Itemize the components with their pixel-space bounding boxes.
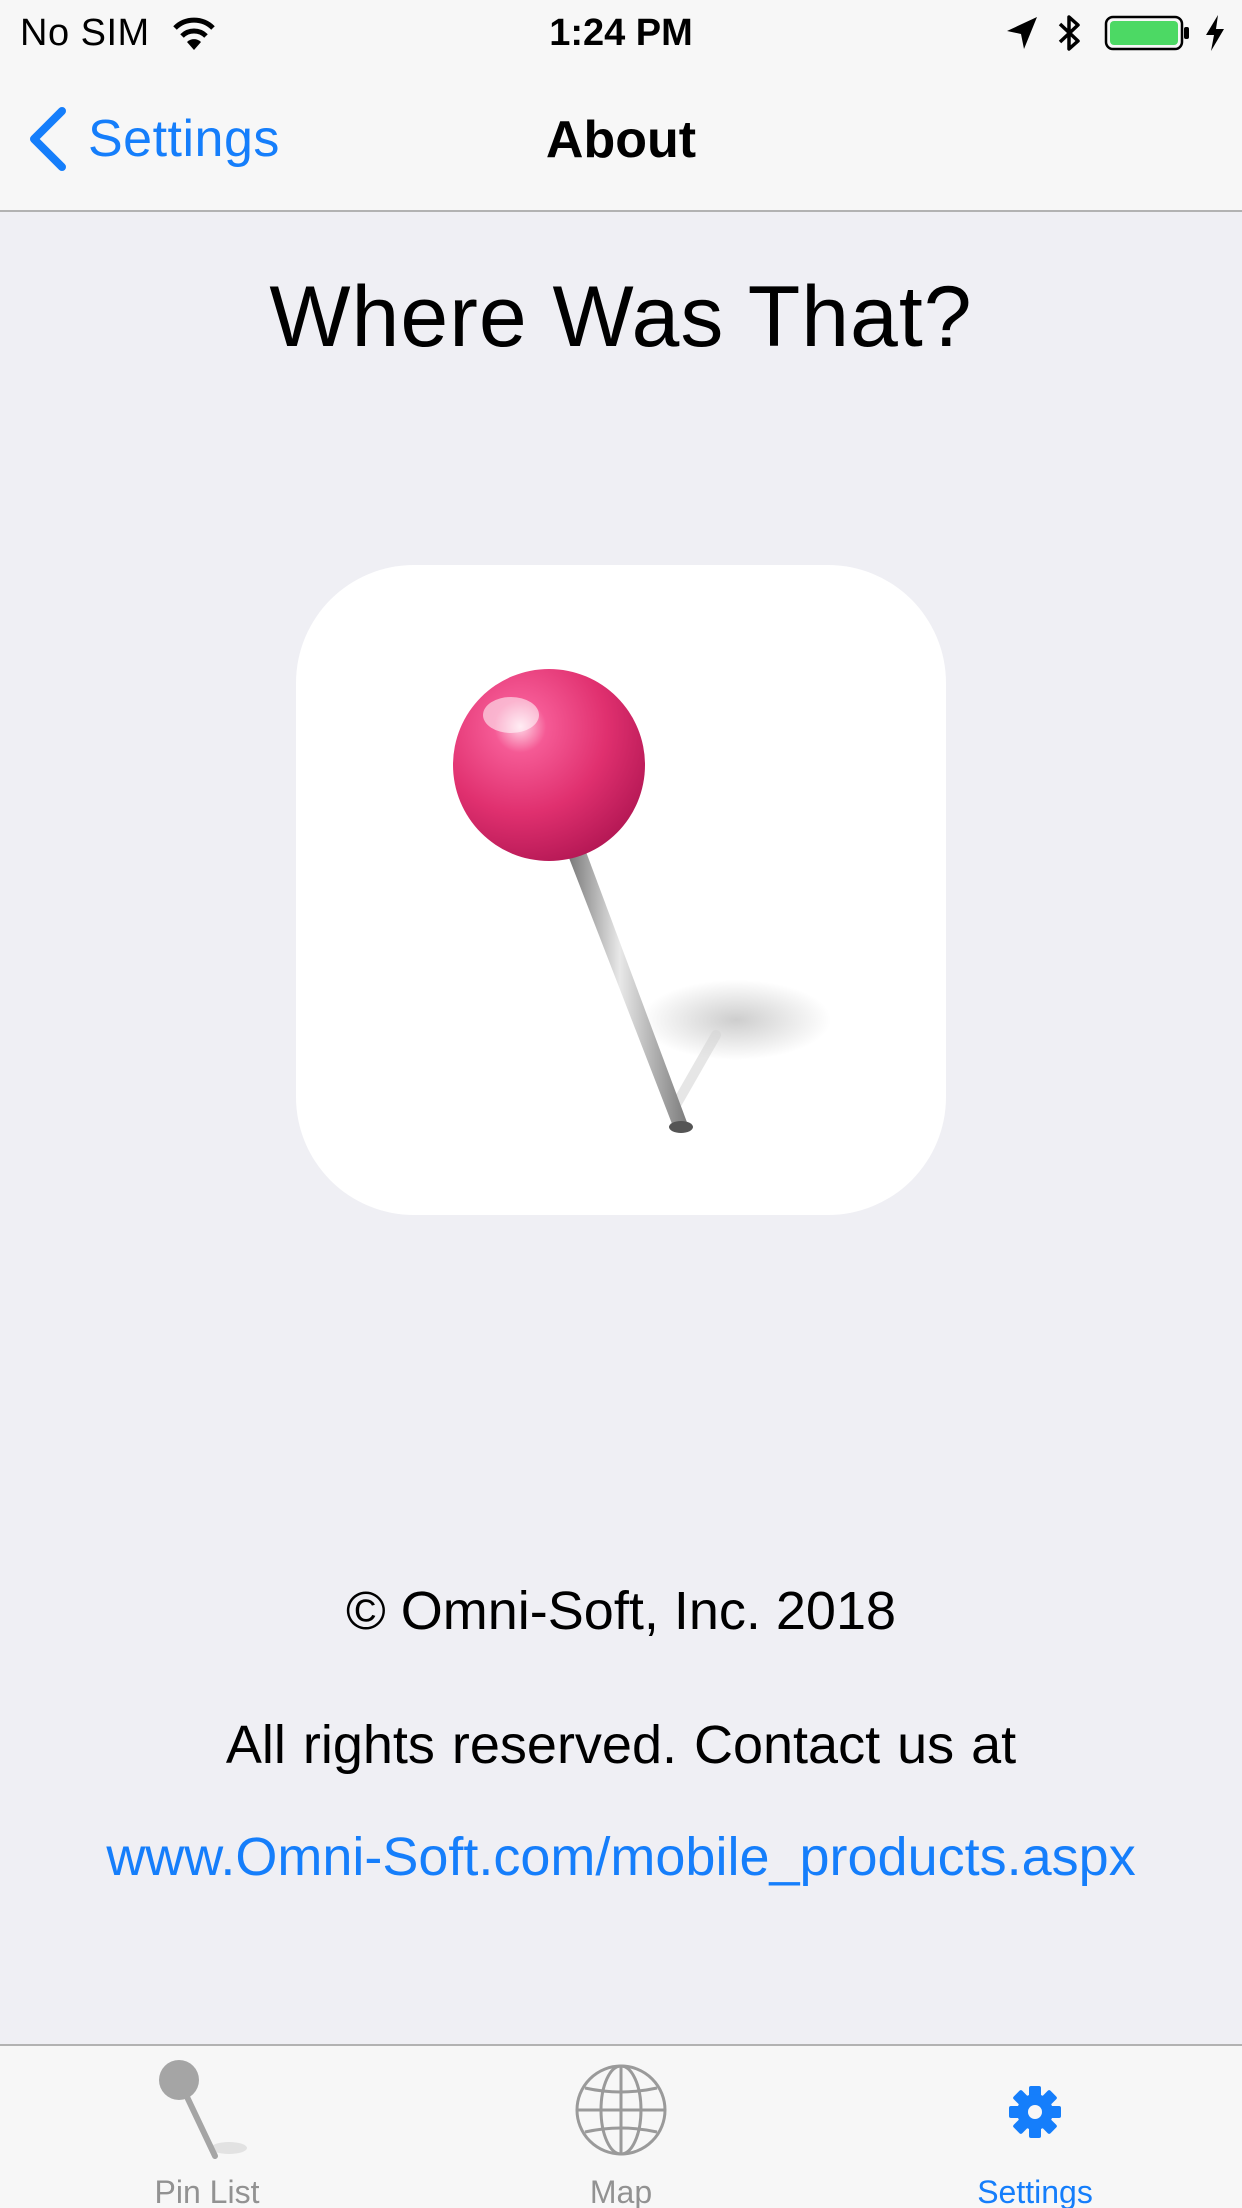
- pushpin-icon: [453, 669, 831, 1133]
- tab-map[interactable]: Map: [414, 2046, 828, 2208]
- status-bar: No SIM 1:24 PM: [0, 0, 1242, 66]
- tab-bar: Pin List Map Settings: [0, 2044, 1242, 2208]
- tab-pin-list[interactable]: Pin List: [0, 2046, 414, 2208]
- charging-bolt-icon: [1206, 15, 1224, 51]
- about-screen: No SIM 1:24 PM Settings About Where Was …: [0, 0, 1242, 2208]
- globe-icon: [575, 2064, 667, 2156]
- pin-icon: [159, 2060, 247, 2159]
- gear-icon: [1009, 2086, 1061, 2138]
- tab-pin-list-label: Pin List: [154, 2174, 260, 2208]
- tab-settings[interactable]: Settings: [828, 2046, 1242, 2208]
- app-title: Where Was That?: [269, 269, 973, 365]
- tab-map-label: Map: [589, 2174, 653, 2208]
- rights-text: All rights reserved. Contact us at: [225, 1715, 1017, 1775]
- tab-settings-label: Settings: [977, 2174, 1093, 2208]
- battery-icon: [1104, 15, 1189, 51]
- app-icon: [296, 565, 946, 1215]
- bluetooth-icon: [1058, 15, 1080, 51]
- location-arrow-icon: [1007, 17, 1037, 49]
- status-right: [1004, 12, 1228, 54]
- navigation-bar: Settings About: [0, 66, 1242, 212]
- page-title: About: [545, 111, 697, 169]
- copyright-text: © Omni-Soft, Inc. 2018: [345, 1581, 897, 1641]
- website-link[interactable]: www.Omni-Soft.com/mobile_products.aspx: [0, 1826, 1242, 1888]
